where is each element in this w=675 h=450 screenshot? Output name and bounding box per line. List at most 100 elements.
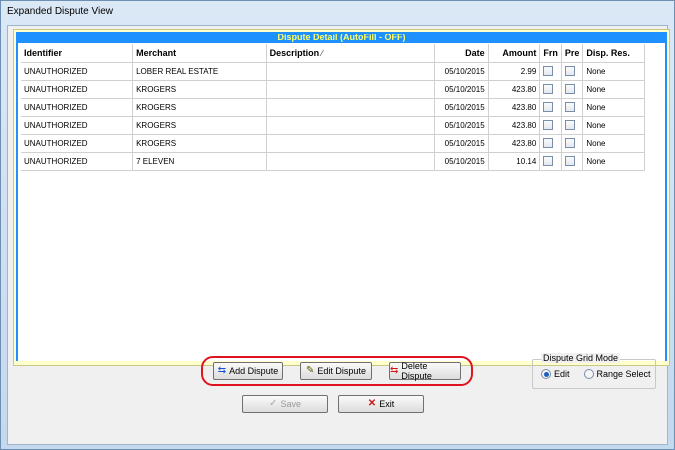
col-amount[interactable]: Amount bbox=[488, 44, 541, 63]
frn-checkbox[interactable] bbox=[543, 138, 554, 148]
cell-disp-res[interactable]: None bbox=[582, 62, 645, 81]
close-x-icon: ✕ bbox=[367, 398, 377, 409]
cell-merchant[interactable]: KROGERS bbox=[132, 80, 267, 99]
col-merchant[interactable]: Merchant bbox=[132, 44, 267, 63]
cell-amount[interactable]: 10.14 bbox=[488, 152, 541, 171]
dispute-grid-frame: Dispute Detail (AutoFill - OFF) Identifi… bbox=[13, 29, 670, 366]
cell-identifier[interactable]: UNAUTHORIZED bbox=[21, 98, 134, 117]
dispute-table: Identifier Merchant Description ⁄ Date Am… bbox=[21, 44, 645, 171]
save-label: Save bbox=[280, 399, 301, 409]
cell-description[interactable] bbox=[266, 116, 435, 135]
cell-date[interactable]: 05/10/2015 bbox=[434, 134, 489, 153]
cell-description[interactable] bbox=[266, 80, 435, 99]
table-row[interactable]: UNAUTHORIZED LOBER REAL ESTATE 05/10/2015 2… bbox=[21, 62, 645, 81]
pre-checkbox[interactable] bbox=[564, 120, 575, 130]
cell-amount[interactable]: 2.99 bbox=[488, 62, 541, 81]
radio-edit[interactable]: Edit bbox=[541, 369, 570, 379]
cell-pre bbox=[561, 62, 584, 81]
delete-dispute-button[interactable]: ⇆ Delete Dispute bbox=[389, 361, 461, 381]
radio-edit-label: Edit bbox=[554, 369, 570, 379]
exit-label: Exit bbox=[379, 399, 395, 409]
cell-disp-res[interactable]: None bbox=[582, 116, 645, 135]
cell-amount[interactable]: 423.80 bbox=[488, 80, 541, 99]
pre-checkbox[interactable] bbox=[564, 156, 575, 166]
cell-description[interactable] bbox=[266, 62, 435, 81]
edit-dispute-button[interactable]: ✎ Edit Dispute bbox=[300, 362, 372, 380]
exit-button[interactable]: ✕ Exit bbox=[338, 395, 424, 413]
col-date[interactable]: Date bbox=[434, 44, 489, 63]
cell-merchant[interactable]: KROGERS bbox=[132, 116, 267, 135]
add-rows-icon: ⇆ bbox=[217, 365, 227, 376]
cell-pre bbox=[561, 134, 584, 153]
cell-pre bbox=[561, 80, 584, 99]
col-frn[interactable]: Frn bbox=[539, 44, 562, 63]
cell-pre bbox=[561, 116, 584, 135]
cell-frn bbox=[539, 62, 562, 81]
cell-date[interactable]: 05/10/2015 bbox=[434, 62, 489, 81]
dispute-grid: Dispute Detail (AutoFill - OFF) Identifi… bbox=[16, 32, 667, 361]
cell-description[interactable] bbox=[266, 152, 435, 171]
window-title: Expanded Dispute View bbox=[7, 6, 113, 17]
cell-frn bbox=[539, 152, 562, 171]
radio-range-select-dot[interactable] bbox=[583, 369, 594, 379]
col-identifier[interactable]: Identifier bbox=[21, 44, 134, 63]
sort-indicator-icon: ⁄ bbox=[321, 48, 323, 58]
cell-identifier[interactable]: UNAUTHORIZED bbox=[21, 62, 134, 81]
radio-range-select-label: Range Select bbox=[596, 369, 651, 379]
cell-identifier[interactable]: UNAUTHORIZED bbox=[21, 152, 134, 171]
add-dispute-button[interactable]: ⇆ Add Dispute bbox=[213, 362, 283, 380]
delete-dispute-label: Delete Dispute bbox=[401, 361, 432, 381]
cell-date[interactable]: 05/10/2015 bbox=[434, 80, 489, 99]
frn-checkbox[interactable] bbox=[543, 84, 554, 94]
cell-merchant[interactable]: KROGERS bbox=[132, 98, 267, 117]
add-dispute-label: Add Dispute bbox=[229, 366, 279, 376]
frn-checkbox[interactable] bbox=[543, 102, 554, 112]
pre-checkbox[interactable] bbox=[564, 84, 575, 94]
table-row[interactable]: UNAUTHORIZED KROGERS 05/10/2015 423.80 None bbox=[21, 134, 645, 153]
pre-checkbox[interactable] bbox=[564, 138, 575, 148]
table-row[interactable]: UNAUTHORIZED 7 ELEVEN 05/10/2015 10.14 None bbox=[21, 152, 645, 171]
save-button[interactable]: ✓ Save bbox=[242, 395, 328, 413]
grid-mode-options: Edit Range Select bbox=[541, 369, 651, 379]
frn-checkbox[interactable] bbox=[543, 66, 554, 76]
cell-merchant[interactable]: 7 ELEVEN bbox=[132, 152, 267, 171]
cell-amount[interactable]: 423.80 bbox=[488, 116, 541, 135]
cell-date[interactable]: 05/10/2015 bbox=[434, 98, 489, 117]
cell-frn bbox=[539, 98, 562, 117]
frn-checkbox[interactable] bbox=[543, 156, 554, 166]
frn-checkbox[interactable] bbox=[543, 120, 554, 130]
col-pre[interactable]: Pre bbox=[561, 44, 584, 63]
cell-disp-res[interactable]: None bbox=[582, 152, 645, 171]
cell-pre bbox=[561, 152, 584, 171]
cell-amount[interactable]: 423.80 bbox=[488, 134, 541, 153]
cell-frn bbox=[539, 116, 562, 135]
cell-merchant[interactable]: KROGERS bbox=[132, 134, 267, 153]
cell-identifier[interactable]: UNAUTHORIZED bbox=[21, 80, 134, 99]
edit-document-icon: ✎ bbox=[306, 365, 315, 376]
pre-checkbox[interactable] bbox=[564, 102, 575, 112]
cell-date[interactable]: 05/10/2015 bbox=[434, 152, 489, 171]
cell-description[interactable] bbox=[266, 134, 435, 153]
cell-amount[interactable]: 423.80 bbox=[488, 98, 541, 117]
table-row[interactable]: UNAUTHORIZED KROGERS 05/10/2015 423.80 None bbox=[21, 80, 645, 99]
pre-checkbox[interactable] bbox=[564, 66, 575, 76]
cell-date[interactable]: 05/10/2015 bbox=[434, 116, 489, 135]
dispute-window: Expanded Dispute View Dispute Detail (Au… bbox=[0, 0, 675, 450]
cell-frn bbox=[539, 134, 562, 153]
cell-description[interactable] bbox=[266, 98, 435, 117]
radio-edit-dot[interactable] bbox=[541, 369, 551, 379]
radio-range-select[interactable]: Range Select bbox=[583, 369, 651, 379]
col-description[interactable]: Description ⁄ bbox=[266, 44, 435, 63]
cell-disp-res[interactable]: None bbox=[582, 80, 645, 99]
grid-mode-title: Dispute Grid Mode bbox=[541, 353, 621, 363]
cell-identifier[interactable]: UNAUTHORIZED bbox=[21, 116, 134, 135]
cell-identifier[interactable]: UNAUTHORIZED bbox=[21, 134, 134, 153]
cell-merchant[interactable]: LOBER REAL ESTATE bbox=[132, 62, 267, 81]
cell-disp-res[interactable]: None bbox=[582, 134, 645, 153]
checkmark-icon: ✓ bbox=[269, 398, 278, 409]
table-row[interactable]: UNAUTHORIZED KROGERS 05/10/2015 423.80 None bbox=[21, 116, 645, 135]
table-row[interactable]: UNAUTHORIZED KROGERS 05/10/2015 423.80 None bbox=[21, 98, 645, 117]
cell-pre bbox=[561, 98, 584, 117]
cell-disp-res[interactable]: None bbox=[582, 98, 645, 117]
col-disp-res[interactable]: Disp. Res. bbox=[582, 44, 645, 63]
